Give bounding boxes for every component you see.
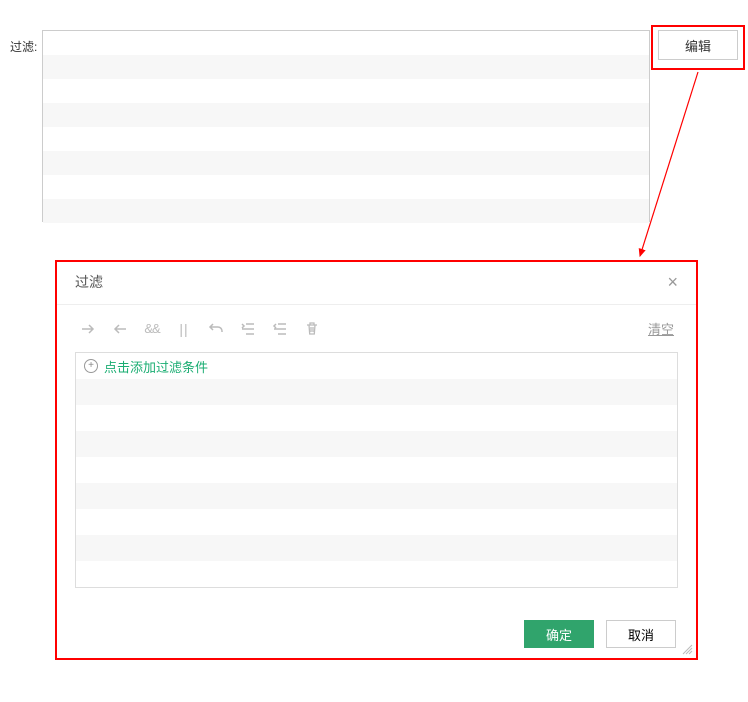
close-icon[interactable]: × <box>667 273 678 291</box>
list-item <box>43 199 649 223</box>
add-condition-row[interactable]: + 点击添加过滤条件 <box>76 353 677 379</box>
dialog-toolbar: && || 清空 <box>57 305 696 348</box>
and-icon[interactable]: && <box>143 320 161 338</box>
plus-circle-icon[interactable]: + <box>84 359 98 373</box>
list-item <box>43 55 649 79</box>
arrow-right-icon[interactable] <box>79 320 97 338</box>
condition-list[interactable]: + 点击添加过滤条件 <box>75 352 678 588</box>
delete-icon[interactable] <box>303 320 321 338</box>
list-item <box>76 379 677 405</box>
list-item <box>76 535 677 561</box>
dialog-title: 过滤 <box>75 272 103 292</box>
list-item <box>43 31 649 55</box>
confirm-button[interactable]: 确定 <box>524 620 594 648</box>
list-item <box>76 457 677 483</box>
list-item <box>76 431 677 457</box>
filter-dialog: 过滤 × && || 清空 <box>57 262 696 658</box>
dialog-footer: 确定 取消 <box>57 602 696 658</box>
resize-handle-icon[interactable] <box>681 643 693 655</box>
list-item <box>76 561 677 587</box>
list-item <box>76 483 677 509</box>
list-item <box>76 405 677 431</box>
add-condition-text[interactable]: 点击添加过滤条件 <box>104 357 208 376</box>
edit-button[interactable]: 编辑 <box>658 30 738 60</box>
arrow-left-icon[interactable] <box>111 320 129 338</box>
parallel-icon[interactable]: || <box>175 320 193 338</box>
list-item <box>43 175 649 199</box>
list-item <box>43 151 649 175</box>
filter-list[interactable] <box>42 30 650 222</box>
indent-icon[interactable] <box>239 320 257 338</box>
list-item <box>43 103 649 127</box>
list-item <box>43 127 649 151</box>
list-item <box>76 509 677 535</box>
dialog-header: 过滤 × <box>57 262 696 305</box>
list-item <box>43 79 649 103</box>
undo-icon[interactable] <box>207 320 225 338</box>
cancel-button[interactable]: 取消 <box>606 620 676 648</box>
clear-button[interactable]: 清空 <box>648 319 674 338</box>
filter-label: 过滤: <box>10 30 42 55</box>
outdent-icon[interactable] <box>271 320 289 338</box>
